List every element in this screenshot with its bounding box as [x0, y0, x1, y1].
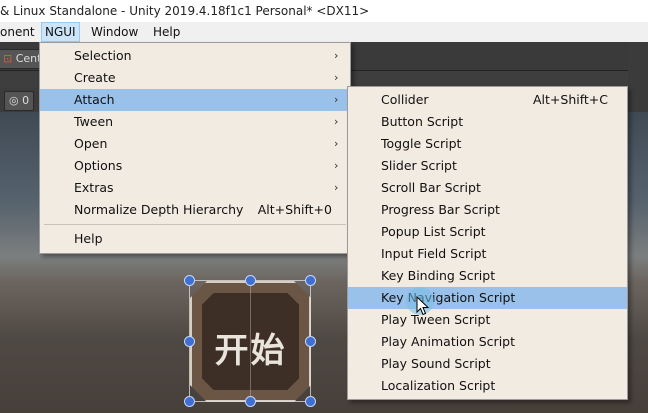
menu-item-help[interactable]: Help — [40, 228, 350, 250]
chevron-right-icon: › — [334, 71, 339, 84]
menu-item-options[interactable]: Options › — [40, 155, 350, 177]
menu-item-label: Attach — [74, 92, 115, 107]
chevron-right-icon: › — [334, 115, 339, 128]
submenu-item-toggle-script[interactable]: Toggle Script — [348, 133, 627, 155]
menu-item-tween[interactable]: Tween › — [40, 111, 350, 133]
submenu-item-label: Button Script — [381, 114, 464, 129]
submenu-item-play-sound-script[interactable]: Play Sound Script — [348, 353, 627, 375]
submenu-item-label: Input Field Script — [381, 246, 487, 261]
chevron-right-icon: › — [334, 137, 339, 150]
menu-window[interactable]: Window — [88, 22, 141, 42]
chevron-right-icon: › — [334, 49, 339, 62]
resize-handle-right[interactable] — [305, 336, 316, 347]
menu-component[interactable]: onent — [0, 22, 38, 42]
menu-item-open[interactable]: Open › — [40, 133, 350, 155]
submenu-item-button-script[interactable]: Button Script — [348, 111, 627, 133]
submenu-item-label: Play Sound Script — [381, 356, 491, 371]
resize-handle-bottom-right[interactable] — [305, 396, 316, 407]
submenu-item-label: Play Animation Script — [381, 334, 515, 349]
submenu-item-play-animation-script[interactable]: Play Animation Script — [348, 331, 627, 353]
submenu-item-label: Slider Script — [381, 158, 457, 173]
arrow-cursor-icon — [416, 296, 430, 316]
resize-handle-bottom-left[interactable] — [184, 396, 195, 407]
submenu-item-scroll-bar-script[interactable]: Scroll Bar Script — [348, 177, 627, 199]
menu-help[interactable]: Help — [150, 22, 183, 42]
submenu-item-popup-list-script[interactable]: Popup List Script — [348, 221, 627, 243]
menu-item-label: Open — [74, 136, 108, 151]
ngui-menu: Selection › Create › Attach › Tween › Op… — [39, 42, 351, 254]
submenu-item-slider-script[interactable]: Slider Script — [348, 155, 627, 177]
submenu-item-localization-script[interactable]: Localization Script — [348, 375, 627, 397]
submenu-item-label: Toggle Script — [381, 136, 462, 151]
menu-item-normalize-depth[interactable]: Normalize Depth Hierarchy Alt+Shift+0 — [40, 199, 350, 221]
menu-bar: onent NGUI Window Help — [0, 22, 648, 42]
menu-item-label: Tween — [74, 114, 114, 129]
submenu-item-key-binding-script[interactable]: Key Binding Script — [348, 265, 627, 287]
chevron-right-icon: › — [334, 93, 339, 106]
submenu-item-key-navigation-script[interactable]: Key Navigation Script — [348, 287, 627, 309]
scene-visibility-count: 0 — [22, 94, 30, 107]
resize-handle-bottom[interactable] — [245, 396, 256, 407]
pivot-center-label: Cent — [15, 52, 42, 65]
submenu-item-label: Key Binding Script — [381, 268, 496, 283]
submenu-item-progress-bar-script[interactable]: Progress Bar Script — [348, 199, 627, 221]
menu-item-label: Help — [74, 231, 103, 246]
menu-item-extras[interactable]: Extras › — [40, 177, 350, 199]
submenu-item-label: Play Tween Script — [381, 312, 491, 327]
pivot-icon: ⊡ — [3, 52, 13, 65]
menu-item-label: Extras — [74, 180, 114, 195]
submenu-item-label: Scroll Bar Script — [381, 180, 481, 195]
submenu-item-label: Localization Script — [381, 378, 496, 393]
resize-handle-top-left[interactable] — [184, 275, 195, 286]
menu-ngui[interactable]: NGUI — [41, 22, 80, 42]
window-title: & Linux Standalone - Unity 2019.4.18f1c1… — [0, 4, 370, 18]
chevron-right-icon: › — [334, 181, 339, 194]
menu-item-label: Selection — [74, 48, 132, 63]
resize-handle-top[interactable] — [245, 275, 256, 286]
menu-item-selection[interactable]: Selection › — [40, 45, 350, 67]
attach-submenu: Collider Alt+Shift+C Button Script Toggl… — [347, 86, 628, 400]
menu-item-shortcut: Alt+Shift+0 — [257, 202, 332, 217]
menu-separator — [44, 224, 346, 225]
submenu-item-label: Progress Bar Script — [381, 202, 500, 217]
submenu-item-label: Popup List Script — [381, 224, 486, 239]
submenu-item-collider[interactable]: Collider Alt+Shift+C — [348, 89, 627, 111]
menu-item-create[interactable]: Create › — [40, 67, 350, 89]
chevron-right-icon: › — [334, 159, 339, 172]
menu-item-attach[interactable]: Attach › — [40, 89, 350, 111]
scene-visibility-toggle[interactable]: ◎ 0 — [4, 91, 35, 111]
menu-item-label: Options — [74, 158, 123, 173]
window-titlebar: & Linux Standalone - Unity 2019.4.18f1c1… — [0, 0, 648, 22]
submenu-item-label: Collider — [381, 92, 429, 107]
submenu-item-shortcut: Alt+Shift+C — [532, 92, 608, 107]
menu-item-label: Create — [74, 70, 116, 85]
selection-center-guide — [250, 281, 251, 402]
submenu-item-input-field-script[interactable]: Input Field Script — [348, 243, 627, 265]
eye-icon: ◎ — [9, 94, 19, 107]
resize-handle-left[interactable] — [184, 336, 195, 347]
submenu-item-label: Key Navigation Script — [381, 290, 516, 305]
submenu-item-play-tween-script[interactable]: Play Tween Script — [348, 309, 627, 331]
menu-item-label: Normalize Depth Hierarchy — [74, 202, 244, 217]
resize-handle-top-right[interactable] — [305, 275, 316, 286]
